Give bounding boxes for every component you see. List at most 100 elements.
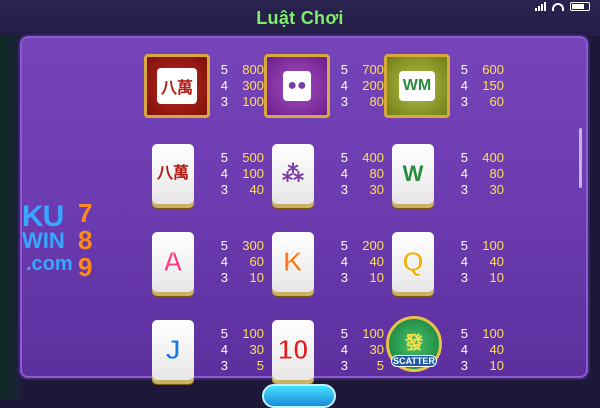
payout-count: 3 [340,270,348,285]
payout-value: 80 [369,166,384,181]
symbol-glyph: K [282,246,304,278]
eight-wan-tile-icon: 八萬 [152,144,194,204]
battery-icon [570,2,590,11]
payout-count: 5 [460,326,468,341]
symbol-glyph: ●● [283,71,311,101]
payout-row: 5 800 [220,62,264,78]
symbol-green-bamboo-stack: WM 5 600 4 150 3 60 [384,54,542,126]
payout-row: 4 80 [340,166,384,182]
left-decoration [0,30,22,400]
payout-row: 4 40 [460,254,504,270]
payout-value: 400 [482,150,504,165]
payout-count: 3 [220,94,228,109]
logo-9: 9 [78,252,93,282]
payout-list: 5 700 4 200 3 80 [340,62,384,110]
payout-row: 35 [340,358,384,374]
ace-tile-icon: A [152,232,194,292]
payout-value: 5 [256,358,264,373]
payout-count: 4 [220,78,228,93]
payout-count: 5 [340,62,348,77]
payout-value: 100 [242,94,264,109]
signal-icon [535,2,546,11]
payout-count: 3 [460,182,468,197]
payout-value: 40 [369,254,384,269]
payout-row: 3 10 [460,358,504,374]
king-tile-icon: K [272,232,314,292]
payout-row: 5 600 [460,62,504,78]
payout-value: 40 [249,182,264,197]
payout-count: 5 [460,238,468,253]
payout-value: 5 [376,358,384,373]
payout-value: 10 [489,358,504,373]
payout-row: 4 100 [220,166,264,182]
symbol-glyph: WM [398,71,436,101]
payout-count: 4 [460,342,468,357]
payout-count: 4 [340,166,348,181]
symbol-glyph: W [402,161,424,186]
payout-list: 5 100 4 30 3 5 [340,326,384,374]
wifi-icon [552,2,564,11]
jack-tile-icon: J [152,320,194,380]
payout-count: 4 [220,254,228,269]
payout-count: 5 [220,62,228,77]
payout-count: 3 [220,182,228,197]
scatter-label: SCATTER [391,355,437,367]
title-bar: Luật Chơi [0,0,600,36]
payout-row: 5 100 [340,326,384,342]
payout-value: 100 [362,326,384,341]
payout-value: 30 [489,182,504,197]
payout-value: 60 [489,94,504,109]
payout-list: 5 500 4 100 3 40 [220,150,264,198]
payout-count: 4 [220,166,228,181]
payout-count: 3 [220,358,228,373]
payout-row: 4 40 [340,254,384,270]
bottom-action-button[interactable] [262,384,336,408]
scrollbar[interactable] [579,128,582,188]
payout-count: 5 [460,150,468,165]
payout-row: 5 300 [220,238,264,254]
payout-value: 100 [242,326,264,341]
symbol-glyph: A [162,246,184,278]
payout-count: 4 [340,342,348,357]
symbol-scatter-symbol: 發 SCATTER 5 100 4 40 3 10 [386,316,542,390]
payout-row: 5 400 [460,150,504,166]
payout-row: 3 40 [220,182,264,198]
symbol-bamboo-tile: W 5 400 4 80 3 30 [392,144,542,214]
payout-row: 5 100 [460,326,504,342]
payout-count: 3 [220,270,228,285]
payout-value: 10 [489,270,504,285]
payout-row: 5 100 [220,326,264,342]
payout-value: 200 [362,78,384,93]
payout-count: 4 [460,166,468,181]
page-title: Luật Chơi [256,8,344,28]
payout-count: 5 [340,150,348,165]
queen-tile-icon: Q [392,232,434,292]
payout-count: 5 [340,326,348,341]
payout-row: 3 30 [460,182,504,198]
payout-value: 80 [369,94,384,109]
payout-count: 5 [220,326,228,341]
payout-value: 10 [249,270,264,285]
payout-value: 300 [242,78,264,93]
payout-list: 5 400 4 80 3 30 [340,150,384,198]
symbol-glyph: 10 [277,334,309,366]
purple-dots-stack-icon: ●● [264,54,330,118]
payout-list: 5 400 4 80 3 30 [460,150,504,198]
bamboo-tile-icon: W [392,144,434,204]
payout-value: 700 [362,62,384,77]
payout-value: 40 [489,342,504,357]
payout-count: 3 [340,358,348,373]
payout-row: 4 200 [340,78,384,94]
logo-com: .com [26,253,73,275]
logo-win: WIN [22,228,65,253]
payout-list: 5 100 4 30 3 5 [220,326,264,374]
payout-list: 5 100 4 40 3 10 [460,238,504,286]
green-bamboo-stack-icon: WM [384,54,450,118]
payout-count: 3 [460,270,468,285]
payout-row: 3 10 [460,270,504,286]
symbol-queen-tile: Q 5 100 4 40 3 10 [392,232,542,302]
payout-list: 5 300 4 60 3 10 [220,238,264,286]
payout-row: 3 60 [460,94,504,110]
payout-count: 5 [460,62,468,77]
payout-count: 3 [340,182,348,197]
